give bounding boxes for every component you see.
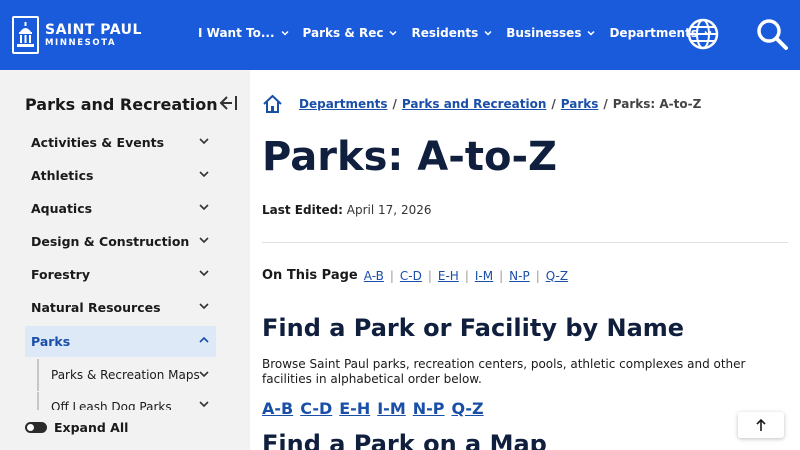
breadcrumb-separator: / xyxy=(551,97,556,111)
home-icon[interactable] xyxy=(262,94,283,114)
nav-i-want-to[interactable]: I Want To... xyxy=(198,26,290,40)
nav-parks-rec[interactable]: Parks & Rec xyxy=(303,26,399,40)
sidebar-subitem-off-leash-dog-parks[interactable]: Off Leash Dog Parks xyxy=(37,392,217,410)
chevron-down-icon xyxy=(587,30,595,36)
chevron-down-icon xyxy=(199,171,209,178)
sidebar-item-aquatics[interactable]: Aquatics xyxy=(25,193,216,224)
sidebar-subitem-label: Parks & Recreation Maps xyxy=(51,368,200,382)
arrow-up-icon xyxy=(756,418,766,431)
on-this-page-link-i-m[interactable]: I-M xyxy=(475,269,493,283)
sidebar: Parks and Recreation Activities & Events… xyxy=(0,70,250,450)
breadcrumb-current: Parks: A-to-Z xyxy=(612,97,702,111)
breadcrumb-link-parks-and-recreation[interactable]: Parks and Recreation xyxy=(402,97,546,111)
sidebar-item-label: Athletics xyxy=(31,168,94,183)
main-nav: I Want To... Parks & Rec Residents Busin… xyxy=(198,26,726,40)
on-this-page-label: On This Page xyxy=(262,268,358,283)
expand-all-label: Expand All xyxy=(54,420,129,435)
az-link-c-d[interactable]: C-D xyxy=(300,399,332,418)
link-separator: | xyxy=(499,268,504,283)
expand-all-toggle[interactable]: Expand All xyxy=(25,420,128,435)
link-separator: | xyxy=(464,268,469,283)
alphabet-jump-links: A-B C-D E-H I-M N-P Q-Z xyxy=(262,399,491,418)
sidebar-item-label: Forestry xyxy=(31,267,90,282)
site-header: SAINT PAUL MINNESOTA I Want To... Parks … xyxy=(0,0,800,70)
sidebar-subitem-label: Off Leash Dog Parks xyxy=(51,400,172,410)
chevron-down-icon xyxy=(281,30,289,36)
az-link-e-h[interactable]: E-H xyxy=(339,399,370,418)
chevron-down-icon xyxy=(389,30,397,36)
page-title: Parks: A-to-Z xyxy=(262,134,558,180)
on-this-page-link-a-b[interactable]: A-B xyxy=(364,269,384,283)
chevron-down-icon xyxy=(199,401,209,408)
nav-label: I Want To... xyxy=(198,26,275,40)
on-this-page-nav: On This Page A-B | C-D | E-H | I-M | N-P… xyxy=(262,268,568,283)
sidebar-item-label: Design & Construction xyxy=(31,234,190,249)
sidebar-item-label: Aquatics xyxy=(31,201,93,216)
toggle-switch[interactable] xyxy=(25,422,47,433)
last-edited: Last Edited: April 17, 2026 xyxy=(262,203,431,217)
capitol-icon xyxy=(12,16,39,54)
sidebar-item-label: Activities & Events xyxy=(31,135,165,150)
sidebar-item-label: Parks xyxy=(31,334,71,349)
chevron-down-icon xyxy=(199,138,209,145)
breadcrumb-link-departments[interactable]: Departments xyxy=(299,97,388,111)
sidebar-item-label: Natural Resources xyxy=(31,300,161,315)
sidebar-title: Parks and Recreation xyxy=(25,95,218,114)
chevron-down-icon xyxy=(199,237,209,244)
last-edited-value: April 17, 2026 xyxy=(346,203,432,217)
chevron-up-icon xyxy=(199,336,209,343)
nav-businesses[interactable]: Businesses xyxy=(506,26,596,40)
link-separator: | xyxy=(427,268,432,283)
sidebar-item-athletics[interactable]: Athletics xyxy=(25,160,216,191)
chevron-down-icon xyxy=(199,204,209,211)
section-heading-find-by-name: Find a Park or Facility by Name xyxy=(262,314,685,342)
sidebar-subitem-parks-rec-maps[interactable]: Parks & Recreation Maps xyxy=(37,359,217,391)
az-link-q-z[interactable]: Q-Z xyxy=(452,399,484,418)
on-this-page-link-q-z[interactable]: Q-Z xyxy=(546,269,568,283)
nav-residents[interactable]: Residents xyxy=(411,26,493,40)
sidebar-item-design-construction[interactable]: Design & Construction xyxy=(25,226,216,257)
sidebar-item-natural-resources[interactable]: Natural Resources xyxy=(25,292,216,323)
saint-paul-logo[interactable]: SAINT PAUL MINNESOTA xyxy=(12,16,142,54)
breadcrumb: Departments / Parks and Recreation / Par… xyxy=(262,94,701,114)
az-link-n-p[interactable]: N-P xyxy=(413,399,445,418)
nav-label: Parks & Rec xyxy=(302,26,384,40)
section-intro-text: Browse Saint Paul parks, recreation cent… xyxy=(262,357,746,386)
breadcrumb-separator: / xyxy=(392,97,397,111)
chevron-down-icon xyxy=(199,303,209,310)
breadcrumb-separator: / xyxy=(603,97,608,111)
logo-line-2: MINNESOTA xyxy=(45,37,117,48)
az-link-a-b[interactable]: A-B xyxy=(262,399,293,418)
sidebar-item-parks[interactable]: Parks xyxy=(25,326,216,357)
link-separator: | xyxy=(535,268,540,283)
logo-line-1: SAINT PAUL xyxy=(45,21,142,38)
on-this-page-link-e-h[interactable]: E-H xyxy=(438,269,459,283)
nav-label: Residents xyxy=(411,26,479,40)
breadcrumb-link-parks[interactable]: Parks xyxy=(561,97,599,111)
chevron-down-icon xyxy=(484,30,492,36)
on-this-page-link-n-p[interactable]: N-P xyxy=(509,269,530,283)
sidebar-item-forestry[interactable]: Forestry xyxy=(25,259,216,290)
link-separator: | xyxy=(389,268,394,283)
nav-label: Departments xyxy=(609,26,698,40)
section-heading-find-on-map: Find a Park on a Map xyxy=(262,430,547,450)
chevron-down-icon xyxy=(199,371,209,378)
search-icon[interactable] xyxy=(755,17,789,55)
az-link-i-m[interactable]: I-M xyxy=(377,399,406,418)
collapse-sidebar-icon[interactable] xyxy=(218,94,238,116)
on-this-page-link-c-d[interactable]: C-D xyxy=(400,269,422,283)
divider xyxy=(262,242,788,243)
last-edited-label: Last Edited: xyxy=(262,203,343,217)
chevron-down-icon xyxy=(199,270,209,277)
back-to-top-button[interactable] xyxy=(738,412,784,438)
sidebar-item-activities-events[interactable]: Activities & Events xyxy=(25,127,216,158)
globe-icon[interactable] xyxy=(687,17,719,55)
nav-label: Businesses xyxy=(506,26,582,40)
